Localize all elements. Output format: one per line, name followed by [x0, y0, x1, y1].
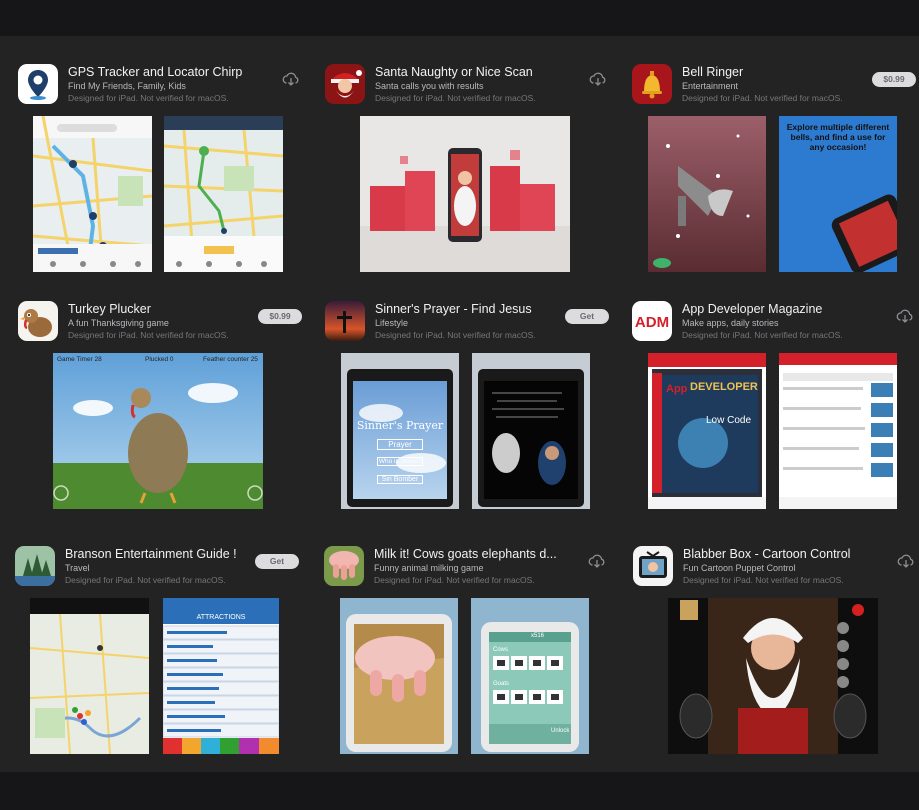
screenshot-gallery[interactable]: x516 Cows Goats Unlock — [324, 598, 614, 774]
screenshot — [30, 598, 149, 754]
screenshot: x516 Cows Goats Unlock — [471, 598, 589, 754]
screenshot: Sinner's Prayer Prayer Who is Jesus? Sin… — [341, 353, 459, 509]
plucked-label: Plucked 0 — [145, 356, 174, 363]
bottom-band — [0, 772, 919, 810]
price-button[interactable]: $0.99 — [258, 309, 302, 324]
cloud-download-icon[interactable] — [588, 552, 606, 570]
screenshot — [779, 353, 897, 509]
screenshot — [340, 598, 458, 754]
unlock-button[interactable]: Unlock — [551, 728, 569, 734]
platform-note: Designed for iPad. Not verified for macO… — [375, 330, 536, 340]
screenshot — [360, 116, 570, 272]
screenshot-caption: Explore multiple different bells, and fi… — [786, 122, 890, 152]
app-title[interactable]: GPS Tracker and Locator Chirp — [68, 65, 256, 79]
app-card-milk-it[interactable]: Milk it! Cows goats elephants d... Funny… — [324, 546, 614, 776]
platform-note: Designed for iPad. Not verified for macO… — [683, 575, 844, 585]
screenshot: App DEVELOPER Low Code — [648, 353, 766, 509]
cloud-download-icon[interactable] — [897, 552, 915, 570]
tv-cartoon-icon — [633, 546, 673, 586]
app-card-blabber-box[interactable]: Blabber Box - Cartoon Control Fun Cartoo… — [633, 546, 919, 776]
platform-note: Designed for iPad. Not verified for macO… — [68, 330, 229, 340]
forest-icon — [15, 546, 55, 586]
app-card-santa-scan[interactable]: Santa Naughty or Nice Scan Santa calls y… — [325, 64, 615, 294]
screenshot: Game Timer 28 Plucked 0 Feather counter … — [53, 353, 263, 509]
who-is-jesus-button[interactable]: Who is Jesus? — [377, 457, 423, 466]
bell-icon — [632, 64, 672, 104]
prayer-title: Sinner's Prayer — [356, 419, 444, 432]
cloud-download-icon[interactable] — [896, 307, 914, 325]
cows-label: Cows — [493, 647, 509, 653]
app-title[interactable]: Turkey Plucker — [68, 302, 256, 316]
app-card-sinners-prayer[interactable]: Sinner's Prayer - Find Jesus Lifestyle D… — [325, 301, 615, 531]
screenshot-gallery[interactable] — [325, 116, 615, 292]
platform-note: Designed for iPad. Not verified for macO… — [375, 93, 536, 103]
app-subtitle: Lifestyle — [375, 318, 409, 328]
screenshot-gallery[interactable]: Sinner's Prayer Prayer Who is Jesus? Sin… — [325, 353, 615, 529]
magazine-word-developer: DEVELOPER — [690, 381, 758, 393]
get-button[interactable]: Get — [565, 309, 609, 324]
app-title[interactable]: Blabber Box - Cartoon Control — [683, 547, 871, 561]
screenshot-gallery[interactable] — [633, 598, 919, 774]
turkey-icon — [18, 301, 58, 341]
platform-note: Designed for iPad. Not verified for macO… — [374, 575, 535, 585]
screenshot: Explore multiple different bells, and fi… — [779, 116, 897, 272]
adm-logo-icon: ADM — [632, 301, 672, 341]
app-title[interactable]: Branson Entertainment Guide ! — [65, 547, 253, 561]
app-subtitle: Funny animal milking game — [374, 563, 484, 573]
screenshot — [33, 116, 152, 272]
sin-bomber-button[interactable]: Sin Bomber — [377, 475, 423, 484]
price-button[interactable]: $0.99 — [872, 72, 916, 87]
udder-icon — [324, 546, 364, 586]
game-timer-label: Game Timer 28 — [57, 356, 102, 363]
gps-location-pin-icon — [18, 64, 58, 104]
app-card-branson-guide[interactable]: Branson Entertainment Guide ! Travel Des… — [15, 546, 305, 776]
app-title[interactable]: App Developer Magazine — [682, 302, 870, 316]
app-title[interactable]: Milk it! Cows goats elephants d... — [374, 547, 562, 561]
screenshot-gallery[interactable] — [18, 116, 308, 292]
screenshot-gallery[interactable]: ATTRACTIONS — [15, 598, 305, 774]
app-card-app-developer-magazine[interactable]: ADM App Developer Magazine Make apps, da… — [632, 301, 919, 531]
app-subtitle: Entertainment — [682, 81, 739, 91]
svg-text:ADM: ADM — [635, 314, 669, 331]
app-subtitle: Santa calls you with results — [375, 81, 484, 91]
milk-price-label: x516 — [531, 633, 545, 639]
screenshot — [668, 598, 878, 754]
screenshot — [472, 353, 590, 509]
platform-note: Designed for iPad. Not verified for macO… — [682, 330, 843, 340]
screenshot-gallery[interactable]: Game Timer 28 Plucked 0 Feather counter … — [18, 353, 308, 529]
app-card-bell-ringer[interactable]: Bell Ringer Entertainment Designed for i… — [632, 64, 919, 294]
app-title[interactable]: Sinner's Prayer - Find Jesus — [375, 302, 563, 316]
app-subtitle: Fun Cartoon Puppet Control — [683, 563, 796, 573]
screenshot — [164, 116, 283, 272]
attractions-header: ATTRACTIONS — [196, 614, 246, 621]
app-title[interactable]: Santa Naughty or Nice Scan — [375, 65, 563, 79]
screenshot — [648, 116, 766, 272]
prayer-button[interactable]: Prayer — [377, 439, 423, 450]
screenshot-gallery[interactable]: Explore multiple different bells, and fi… — [632, 116, 919, 292]
screenshot-gallery[interactable]: App DEVELOPER Low Code — [632, 353, 919, 529]
app-card-gps-tracker[interactable]: GPS Tracker and Locator Chirp Find My Fr… — [18, 64, 308, 294]
get-button[interactable]: Get — [255, 554, 299, 569]
app-subtitle: A fun Thanksgiving game — [68, 318, 169, 328]
app-subtitle: Find My Friends, Family, Kids — [68, 81, 186, 91]
magazine-word-app: App — [666, 383, 688, 395]
cross-sunset-icon — [325, 301, 365, 341]
app-card-turkey-plucker[interactable]: Turkey Plucker A fun Thanksgiving game D… — [18, 301, 308, 531]
platform-note: Designed for iPad. Not verified for macO… — [682, 93, 843, 103]
platform-note: Designed for iPad. Not verified for macO… — [65, 575, 226, 585]
app-title[interactable]: Bell Ringer — [682, 65, 870, 79]
platform-note: Designed for iPad. Not verified for macO… — [68, 93, 229, 103]
cloud-download-icon[interactable] — [282, 70, 300, 88]
screenshot: ATTRACTIONS — [163, 598, 279, 754]
top-toolbar-band — [0, 0, 919, 36]
magazine-word-lowcode: Low Code — [706, 415, 752, 426]
cloud-download-icon[interactable] — [589, 70, 607, 88]
app-subtitle: Travel — [65, 563, 90, 573]
feather-counter-label: Feather counter 25 — [203, 356, 258, 363]
app-subtitle: Make apps, daily stories — [682, 318, 779, 328]
goats-label: Goats — [493, 681, 510, 687]
santa-icon — [325, 64, 365, 104]
